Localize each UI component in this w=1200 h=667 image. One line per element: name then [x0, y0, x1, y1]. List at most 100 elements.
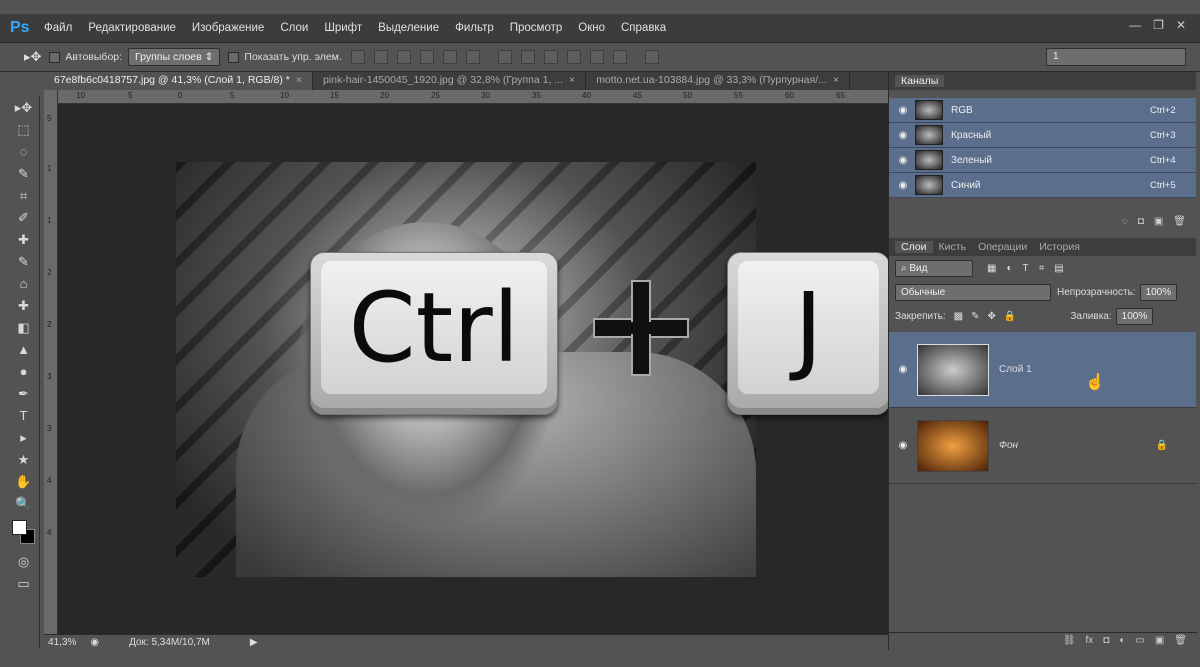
lock-brush-icon[interactable]: ✎	[971, 311, 979, 322]
new-layer-icon[interactable]: ▣	[1155, 635, 1164, 648]
healing-tool-icon[interactable]: ✚	[12, 230, 36, 250]
close-tab-icon[interactable]: ×	[296, 74, 302, 86]
stamp-tool-icon[interactable]: ⌂	[12, 274, 36, 294]
align-top-icon[interactable]	[350, 50, 365, 64]
distribute-top-icon[interactable]	[497, 50, 512, 64]
restore-icon[interactable]: ❐	[1153, 18, 1164, 32]
delete-layer-icon[interactable]: 🗑	[1174, 635, 1187, 648]
new-channel-icon[interactable]: ▣	[1154, 216, 1163, 230]
eraser-tool-icon[interactable]: ◧	[12, 318, 36, 338]
add-mask-icon[interactable]: ◘	[1103, 635, 1109, 648]
channel-row[interactable]: ◉ Зеленый Ctrl+4	[889, 148, 1196, 173]
blur-tool-icon[interactable]: ▲	[12, 340, 36, 360]
load-selection-icon[interactable]: ◌	[1122, 216, 1128, 230]
eye-icon[interactable]: ◉	[895, 364, 911, 375]
path-select-tool-icon[interactable]: ▸	[12, 428, 36, 448]
link-layers-icon[interactable]: ⛓	[1063, 635, 1076, 648]
blend-mode-dropdown[interactable]: Обычные	[895, 283, 1051, 301]
new-group-icon[interactable]: ▭	[1135, 635, 1144, 648]
dodge-tool-icon[interactable]: ●	[12, 362, 36, 382]
document-tab[interactable]: motto.net.ua-103884.jpg @ 33,3% (Пурпурн…	[586, 72, 851, 90]
color-swatches[interactable]	[11, 520, 36, 546]
lock-transparent-icon[interactable]: ▩	[954, 311, 963, 322]
layer-filter-dropdown[interactable]: ⌕ Вид	[895, 259, 973, 277]
foreground-color-swatch[interactable]	[11, 520, 27, 535]
distribute-hcenter-icon[interactable]	[589, 50, 604, 64]
align-left-icon[interactable]	[419, 50, 434, 64]
tab-actions[interactable]: Операции	[972, 241, 1033, 253]
menu-help[interactable]: Справка	[621, 22, 666, 34]
fx-icon[interactable]: fx	[1086, 635, 1094, 648]
brush-tool-icon[interactable]: ✎	[12, 252, 36, 272]
menu-type[interactable]: Шрифт	[324, 22, 362, 34]
zoom-tool-icon[interactable]: 🔍	[12, 494, 36, 514]
delete-channel-icon[interactable]: 🗑	[1173, 216, 1186, 230]
move-tool-icon[interactable]: ▸✥	[12, 98, 36, 118]
lasso-tool-icon[interactable]: ◌	[12, 142, 36, 162]
eye-icon[interactable]: ◉	[895, 130, 911, 141]
status-menu-arrow-icon[interactable]: ▶	[250, 637, 258, 648]
eyedropper-tool-icon[interactable]: ✐	[12, 208, 36, 228]
lock-all-icon[interactable]: 🔒	[1004, 311, 1016, 322]
eye-icon[interactable]: ◉	[895, 105, 911, 116]
channel-row[interactable]: ◉ RGB Ctrl+2	[889, 98, 1196, 123]
lock-move-icon[interactable]: ✥	[988, 311, 996, 322]
eye-icon[interactable]: ◉	[895, 180, 911, 191]
menu-window[interactable]: Окно	[578, 22, 605, 34]
channel-row[interactable]: ◉ Красный Ctrl+3	[889, 123, 1196, 148]
tab-brush[interactable]: Кисть	[933, 241, 973, 253]
close-tab-icon[interactable]: ×	[569, 74, 575, 86]
autoselect-dropdown[interactable]: Группы слоев ⇕	[128, 48, 221, 66]
tab-history[interactable]: История	[1033, 241, 1086, 253]
status-options-icon[interactable]: ◉	[90, 637, 99, 648]
fill-input[interactable]: 100%	[1115, 307, 1154, 325]
quick-mask-icon[interactable]: ◎	[12, 552, 36, 572]
filter-smart-icon[interactable]: ▤	[1054, 263, 1063, 274]
type-tool-icon[interactable]: T	[12, 406, 36, 426]
screen-mode-icon[interactable]: ▭	[12, 574, 36, 594]
filter-type-icon[interactable]: T	[1023, 263, 1029, 274]
pen-tool-icon[interactable]: ✒	[12, 384, 36, 404]
adjustment-layer-icon[interactable]: ◐	[1119, 635, 1125, 648]
menu-image[interactable]: Изображение	[192, 22, 264, 34]
shape-tool-icon[interactable]: ★	[12, 450, 36, 470]
hand-tool-icon[interactable]: ✋	[12, 472, 36, 492]
channel-row[interactable]: ◉ Синий Ctrl+5	[889, 173, 1196, 198]
align-bottom-icon[interactable]	[396, 50, 411, 64]
menu-filter[interactable]: Фильтр	[455, 22, 494, 34]
close-tab-icon[interactable]: ×	[833, 74, 839, 86]
history-brush-tool-icon[interactable]: ✚	[12, 296, 36, 316]
layer-row[interactable]: ◉ Фон 🔒	[889, 408, 1196, 484]
zoom-level[interactable]: 41,3%	[48, 637, 76, 648]
distribute-vcenter-icon[interactable]	[520, 50, 535, 64]
distribute-right-icon[interactable]	[612, 50, 627, 64]
distribute-left-icon[interactable]	[566, 50, 581, 64]
close-icon[interactable]: ✕	[1176, 18, 1186, 32]
opacity-input[interactable]: 100%	[1139, 283, 1178, 301]
align-hcenter-icon[interactable]	[442, 50, 457, 64]
quick-select-tool-icon[interactable]: ✎	[12, 164, 36, 184]
tab-layers[interactable]: Слои	[895, 241, 933, 253]
save-selection-icon[interactable]: ◘	[1138, 216, 1144, 230]
auto-align-icon[interactable]	[644, 50, 659, 64]
menu-view[interactable]: Просмотр	[510, 22, 563, 34]
menu-file[interactable]: Файл	[44, 22, 72, 34]
align-right-icon[interactable]	[465, 50, 480, 64]
eye-icon[interactable]: ◉	[895, 440, 911, 451]
menu-edit[interactable]: Редактирование	[88, 22, 176, 34]
document-canvas[interactable]: Ctrl J	[58, 104, 890, 634]
tab-channels[interactable]: Каналы	[895, 75, 945, 87]
document-tab[interactable]: pink-hair-1450045_1920.jpg @ 32,8% (Груп…	[313, 72, 587, 90]
autoselect-checkbox[interactable]	[49, 51, 61, 63]
filter-shape-icon[interactable]: ⌗	[1039, 263, 1045, 274]
layer-row[interactable]: ◉ Слой 1	[889, 332, 1196, 408]
show-controls-checkbox[interactable]	[228, 51, 240, 63]
align-vcenter-icon[interactable]	[373, 50, 388, 64]
menu-select[interactable]: Выделение	[378, 22, 439, 34]
crop-tool-icon[interactable]: ⌗	[12, 186, 36, 206]
distribute-bottom-icon[interactable]	[543, 50, 558, 64]
move-tool-icon[interactable]: ▸✥	[24, 49, 41, 65]
eye-icon[interactable]: ◉	[895, 155, 911, 166]
minimize-icon[interactable]: —	[1129, 18, 1141, 32]
filter-pixel-icon[interactable]: ▦	[987, 263, 996, 274]
